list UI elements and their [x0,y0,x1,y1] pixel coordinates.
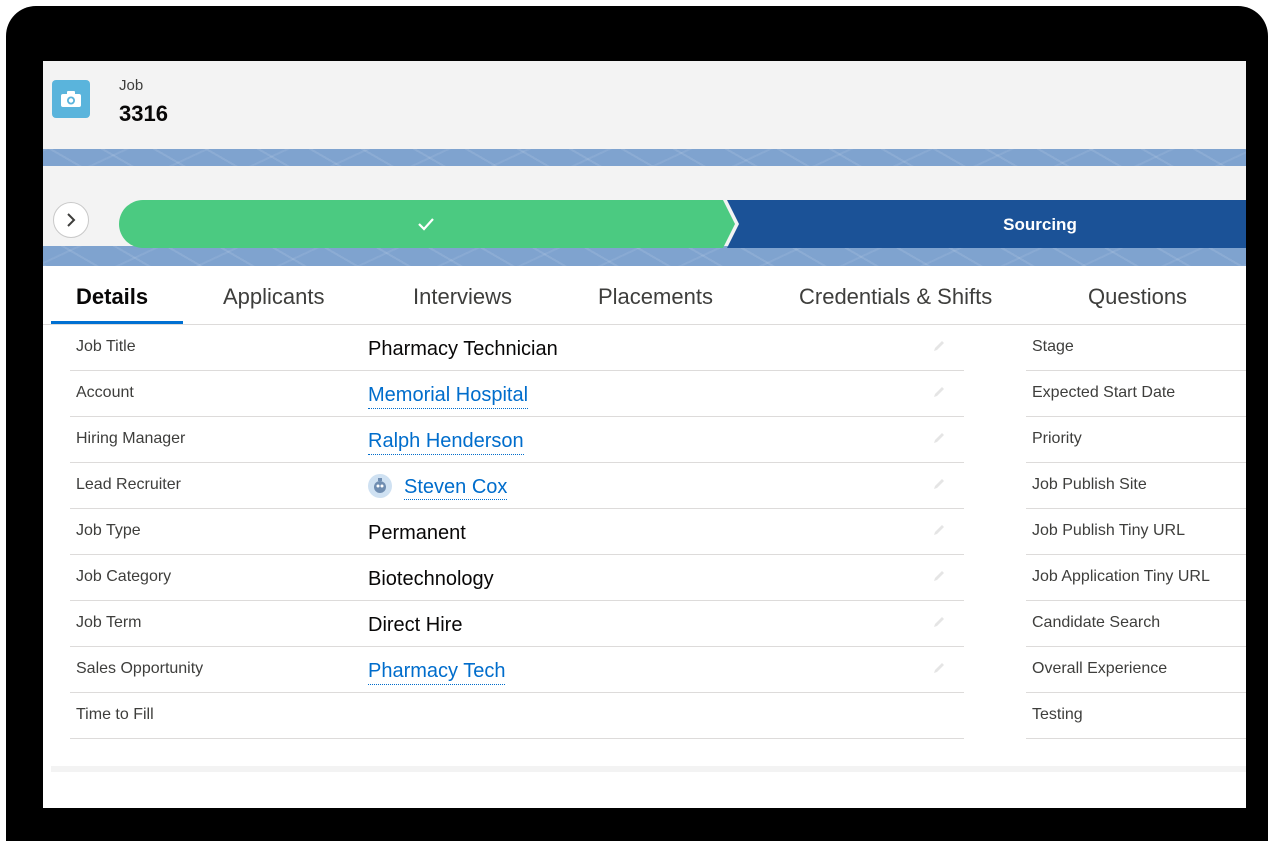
field-label: Job Publish Site [1032,476,1147,493]
field-link[interactable]: Ralph Henderson [368,430,524,455]
pencil-icon[interactable] [931,568,947,584]
avatar [368,473,392,498]
field-value-group: Steven Cox [368,473,508,501]
field-row: Hiring Manager Ralph Henderson [70,416,964,463]
pencil-icon[interactable] [931,430,947,446]
details-fields: Job Title Pharmacy Technician Account Me… [43,324,1246,764]
tab-placements[interactable]: Placements [598,284,713,310]
record-header: Job 3316 [43,61,1246,149]
field-row: Job Title Pharmacy Technician [70,324,964,371]
field-label: Stage [1032,338,1074,355]
path-steps: Sourcing [119,200,1246,248]
field-label: Job Term [76,614,142,631]
pencil-icon[interactable] [931,384,947,400]
field-row: Overall Experience [1026,646,1246,693]
device-frame: Job 3316 Sourcing Details Applicants Int… [6,6,1268,841]
field-row: Lead Recruiter Steven Cox [70,462,964,509]
camera-icon [52,80,90,118]
field-row: Candidate Search [1026,600,1246,647]
field-label: Hiring Manager [76,430,186,447]
field-row: Priority [1026,416,1246,463]
pencil-icon[interactable] [931,476,947,492]
field-row: Job Category Biotechnology [70,554,964,601]
path-container: Sourcing [43,166,1246,248]
tab-applicants[interactable]: Applicants [223,284,325,310]
chevron-right-icon[interactable] [53,202,89,238]
path-band: Sourcing [43,149,1246,266]
field-label: Candidate Search [1032,614,1161,631]
field-link[interactable]: Memorial Hospital [368,384,529,409]
field-link[interactable]: Pharmacy Tech [368,660,506,685]
tab-bar: Details Applicants Interviews Placements… [43,266,1246,325]
field-label: Job Type [76,522,141,539]
field-row: Sales Opportunity Pharmacy Tech [70,646,964,693]
field-row: Time to Fill [70,692,964,739]
path-step-label: Sourcing [1003,215,1077,234]
field-row: Account Memorial Hospital [70,370,964,417]
field-row: Job Application Tiny URL [1026,554,1246,601]
field-row: Job Type Permanent [70,508,964,555]
field-label: Lead Recruiter [76,476,181,493]
field-row: Testing [1026,692,1246,739]
tab-credentials-shifts[interactable]: Credentials & Shifts [799,284,992,310]
pencil-icon[interactable] [931,522,947,538]
pencil-icon[interactable] [931,338,947,354]
field-row: Job Term Direct Hire [70,600,964,647]
tab-questions[interactable]: Questions [1088,284,1187,310]
field-label: Priority [1032,430,1082,447]
tab-details[interactable]: Details [76,284,148,310]
object-type-label: Job [119,77,144,94]
field-row: Stage [1026,324,1246,371]
pencil-icon[interactable] [931,614,947,630]
field-value: Permanent [368,522,466,544]
field-label: Time to Fill [76,706,154,723]
pencil-icon[interactable] [931,660,947,676]
field-label: Testing [1032,706,1083,723]
field-row: Job Publish Site [1026,462,1246,509]
field-label: Expected Start Date [1032,384,1176,401]
record-title: 3316 [119,101,168,126]
path-step-current[interactable] [727,200,1246,248]
app-screen: Job 3316 Sourcing Details Applicants Int… [43,61,1246,808]
field-label: Job Category [76,568,172,585]
field-value: Pharmacy Technician [368,338,558,360]
field-label: Job Publish Tiny URL [1032,522,1185,539]
field-row: Expected Start Date [1026,370,1246,417]
field-value: Biotechnology [368,568,494,590]
field-value: Direct Hire [368,614,463,636]
field-label: Sales Opportunity [76,660,204,677]
field-link[interactable]: Steven Cox [404,476,508,500]
tab-interviews[interactable]: Interviews [413,284,512,310]
field-row: Job Publish Tiny URL [1026,508,1246,555]
field-label: Account [76,384,134,401]
field-label: Overall Experience [1032,660,1168,677]
path-step-completed[interactable] [119,200,735,248]
field-label: Job Title [76,338,136,355]
section-footer [51,766,1246,772]
field-label: Job Application Tiny URL [1032,568,1210,585]
